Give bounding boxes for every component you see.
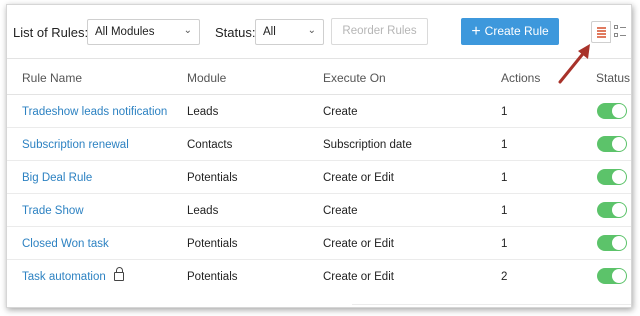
grid-view-icon[interactable] — [614, 24, 631, 40]
execute-on-cell: Create — [323, 106, 358, 118]
plus-icon: + — [471, 23, 481, 40]
status-toggle[interactable] — [597, 235, 627, 251]
list-of-rules-label: List of Rules: — [13, 25, 89, 40]
module-cell: Leads — [187, 205, 219, 217]
actions-cell: 1 — [501, 139, 508, 151]
table-row: Task automation Potentials Create or Edi… — [7, 260, 631, 293]
create-rule-label: Create Rule — [484, 24, 549, 38]
rule-name-link[interactable]: Closed Won task — [22, 238, 109, 250]
module-cell: Leads — [187, 106, 219, 118]
rule-name-link[interactable]: Task automation — [22, 271, 106, 283]
execute-on-cell: Create or Edit — [323, 238, 394, 250]
chevron-down-icon: ⌄ — [307, 25, 316, 36]
actions-cell: 1 — [501, 172, 508, 184]
rule-name-link[interactable]: Subscription renewal — [22, 139, 129, 151]
rule-name-link[interactable]: Trade Show — [22, 205, 84, 217]
view-toggle — [591, 21, 631, 43]
rule-name-link[interactable]: Big Deal Rule — [22, 172, 92, 184]
table-header: Rule Name Module Execute On Actions Stat… — [7, 58, 631, 95]
rules-table: Rule Name Module Execute On Actions Stat… — [7, 58, 631, 293]
reorder-rules-button[interactable]: Reorder Rules — [331, 18, 428, 45]
header-status: Status — [596, 71, 631, 85]
actions-cell: 2 — [501, 271, 508, 283]
header-rule-name: Rule Name — [22, 71, 83, 85]
execute-on-cell: Subscription date — [323, 139, 412, 151]
status-toggle[interactable] — [597, 202, 627, 218]
table-row: Tradeshow leads notification Leads Creat… — [7, 95, 631, 128]
module-cell: Potentials — [187, 238, 238, 250]
execute-on-cell: Create or Edit — [323, 172, 394, 184]
status-select-value: All — [263, 26, 276, 38]
create-rule-button[interactable]: + Create Rule — [461, 18, 559, 45]
table-row: Trade Show Leads Create 1 — [7, 194, 631, 227]
actions-cell: 1 — [501, 106, 508, 118]
status-toggle[interactable] — [597, 136, 627, 152]
status-toggle[interactable] — [597, 268, 627, 284]
table-row: Subscription renewal Contacts Subscripti… — [7, 128, 631, 161]
rule-name-link[interactable]: Tradeshow leads notification — [22, 106, 167, 118]
module-cell: Potentials — [187, 271, 238, 283]
lock-icon — [113, 267, 124, 281]
module-select[interactable]: All Modules ⌄ — [87, 19, 200, 45]
actions-cell: 1 — [501, 238, 508, 250]
module-select-value: All Modules — [95, 26, 155, 38]
execute-on-cell: Create — [323, 205, 358, 217]
execute-on-cell: Create or Edit — [323, 271, 394, 283]
status-label: Status: — [215, 25, 256, 40]
header-execute-on: Execute On — [323, 71, 386, 85]
table-row: Big Deal Rule Potentials Create or Edit … — [7, 161, 631, 194]
status-toggle[interactable] — [597, 169, 627, 185]
chevron-down-icon: ⌄ — [183, 25, 192, 36]
header-module: Module — [187, 71, 227, 85]
rule-name-cell: Task automation — [22, 267, 124, 283]
divider — [352, 304, 631, 305]
actions-cell: 1 — [501, 205, 508, 217]
status-select[interactable]: All ⌄ — [255, 19, 324, 45]
status-toggle[interactable] — [597, 103, 627, 119]
rules-panel: List of Rules: All Modules ⌄ Status: All… — [6, 4, 632, 308]
toolbar: List of Rules: All Modules ⌄ Status: All… — [7, 5, 631, 57]
annotation-arrow — [558, 44, 590, 84]
table-row: Closed Won task Potentials Create or Edi… — [7, 227, 631, 260]
module-cell: Contacts — [187, 139, 233, 151]
module-cell: Potentials — [187, 172, 238, 184]
header-actions: Actions — [501, 71, 541, 85]
